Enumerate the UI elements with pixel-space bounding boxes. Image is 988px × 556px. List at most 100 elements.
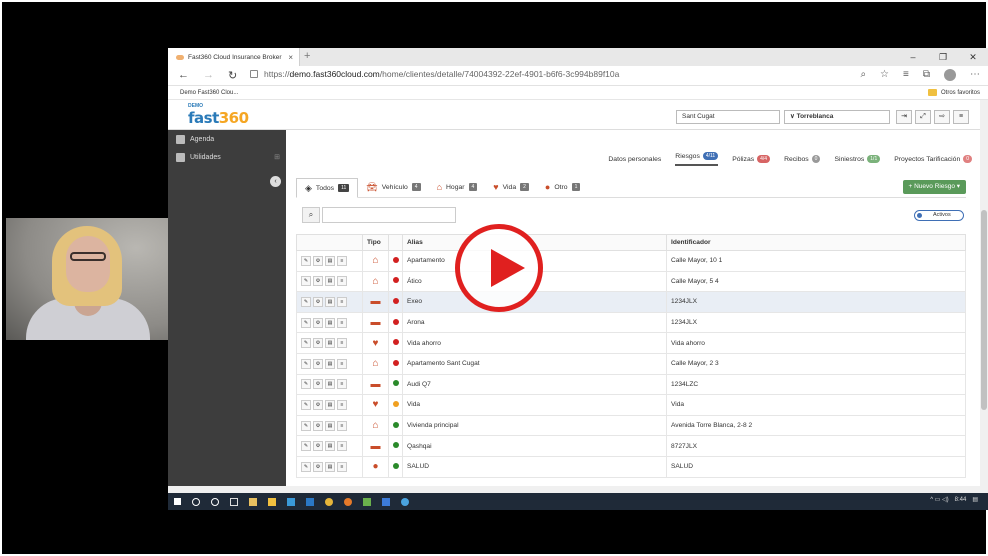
list-icon[interactable]: ≡	[337, 338, 347, 349]
close-window-icon[interactable]: ✕	[958, 48, 988, 66]
table-row[interactable]: ✎ ⚙ ▤ ≡ ▬ Exeo 1234JLX	[296, 291, 966, 313]
list-icon[interactable]: ≡	[337, 461, 347, 472]
cortana-icon[interactable]	[211, 497, 219, 506]
favorite-item[interactable]: Demo Fast360 Clou...	[180, 90, 238, 96]
scroll-thumb[interactable]	[981, 210, 987, 410]
settings-icon[interactable]: ⚙	[313, 441, 323, 452]
search-input[interactable]	[322, 207, 456, 223]
windows-start-icon[interactable]	[174, 498, 181, 505]
tab-riesgos[interactable]: Riesgos 4/11	[675, 152, 719, 166]
table-row[interactable]: ✎ ⚙ ▤ ≡ ● SALUD SALUD	[296, 455, 966, 478]
new-tab-icon[interactable]: +	[304, 50, 310, 62]
list-icon[interactable]: ≡	[337, 399, 347, 410]
edit-icon[interactable]: ✎	[301, 317, 311, 328]
refresh-icon[interactable]: ↻	[228, 69, 237, 82]
tray-icons[interactable]: ^ ▭ ◁)	[930, 496, 948, 503]
edit-icon[interactable]: ✎	[301, 296, 311, 307]
risk-tab-vehiculo[interactable]: 🚘︎ Vehículo 4	[358, 177, 428, 197]
zoom-icon[interactable]: ⌕	[860, 69, 866, 81]
sidebar-item-agenda[interactable]: Agenda	[168, 130, 286, 148]
search-icon[interactable]: ⌕	[302, 207, 320, 223]
collections-icon[interactable]: ⧉	[923, 69, 930, 81]
clock[interactable]: 8:44	[955, 497, 967, 503]
document-icon[interactable]: ▤	[325, 379, 335, 390]
login-icon[interactable]: ⇥	[896, 110, 912, 124]
close-tab-icon[interactable]: ×	[288, 53, 293, 62]
app-icon[interactable]	[382, 497, 390, 506]
document-icon[interactable]: ▤	[325, 420, 335, 431]
tab-siniestros[interactable]: Siniestros 1/1	[834, 152, 881, 166]
profile-avatar[interactable]	[944, 69, 956, 81]
logout-icon[interactable]: ⇨	[934, 110, 950, 124]
office-selector[interactable]: Sant Cugat	[676, 110, 780, 124]
store-icon[interactable]	[268, 497, 276, 506]
settings-icon[interactable]: ⚙	[313, 338, 323, 349]
settings-icon[interactable]: ⚙	[313, 379, 323, 390]
tab-proyectos-tarificacion[interactable]: Proyectos Tarificación 0	[894, 152, 972, 166]
list-icon[interactable]: ≡	[337, 358, 347, 369]
edit-icon[interactable]: ✎	[301, 379, 311, 390]
edit-icon[interactable]: ✎	[301, 399, 311, 410]
other-favorites[interactable]: Otros favoritos	[927, 89, 980, 96]
list-icon[interactable]: ≡	[337, 379, 347, 390]
risk-tab-hogar[interactable]: ⌂ Hogar 4	[429, 177, 486, 197]
app-icon[interactable]	[249, 497, 257, 506]
settings-icon[interactable]: ⚙	[313, 358, 323, 369]
document-icon[interactable]: ▤	[325, 461, 335, 472]
edit-icon[interactable]: ✎	[301, 420, 311, 431]
table-row[interactable]: ✎ ⚙ ▤ ≡ ⌂ Ático Calle Mayor, 5 4	[296, 270, 966, 293]
app-icon[interactable]	[363, 497, 371, 506]
settings-icon[interactable]: ⚙	[313, 296, 323, 307]
settings-icon[interactable]: ⚙	[313, 276, 323, 287]
edit-icon[interactable]: ✎	[301, 461, 311, 472]
list-icon[interactable]: ≡	[337, 441, 347, 452]
list-icon[interactable]: ≡	[337, 420, 347, 431]
table-row[interactable]: ✎ ⚙ ▤ ≡ ▬ Audi Q7 1234LZC	[296, 373, 966, 396]
sidebar-item-utilidades[interactable]: Utilidades ⊞	[168, 148, 286, 166]
risk-tab-todos[interactable]: ◈ Todos 11	[296, 178, 359, 198]
tab-datos-personales[interactable]: Datos personales	[608, 152, 661, 166]
favorite-star-icon[interactable]: ☆	[880, 69, 889, 81]
settings-icon[interactable]: ⚙	[313, 399, 323, 410]
edit-icon[interactable]: ✎	[301, 255, 311, 266]
fast360-logo[interactable]: DEMO fast360	[188, 103, 249, 127]
browser-tab[interactable]: Fast360 Cloud Insurance Broker ×	[168, 48, 300, 66]
forward-icon[interactable]: →	[203, 69, 214, 82]
document-icon[interactable]: ▤	[325, 441, 335, 452]
document-icon[interactable]: ▤	[325, 317, 335, 328]
mail-icon[interactable]	[306, 497, 314, 506]
chrome-icon[interactable]	[325, 497, 333, 506]
edit-icon[interactable]: ✎	[301, 358, 311, 369]
active-toggle[interactable]: Activos	[914, 210, 964, 221]
vertical-scrollbar[interactable]	[980, 100, 988, 494]
table-row[interactable]: ✎ ⚙ ▤ ≡ ▬ Arona 1234JLX	[296, 311, 966, 334]
table-row[interactable]: ✎ ⚙ ▤ ≡ ♥ Vida ahorro Vida ahorro	[296, 332, 966, 354]
table-row[interactable]: ✎ ⚙ ▤ ≡ ⌂ Apartamento Calle Mayor, 10 1	[296, 250, 966, 272]
app-icon[interactable]	[401, 497, 409, 506]
settings-icon[interactable]: ⚙	[313, 420, 323, 431]
document-icon[interactable]: ▤	[325, 276, 335, 287]
risk-tab-vida[interactable]: ♥ Vida 2	[485, 177, 537, 197]
list-icon[interactable]: ≡	[337, 317, 347, 328]
expand-icon[interactable]: ⊞	[274, 153, 280, 161]
more-menu-icon[interactable]: ⋯	[970, 69, 980, 81]
tab-polizas[interactable]: Pólizas 4/4	[732, 152, 771, 166]
list-icon[interactable]: ≡	[337, 276, 347, 287]
client-selector[interactable]: ∨ Torreblanca	[784, 110, 890, 124]
collapse-sidebar-icon[interactable]: ‹	[270, 176, 281, 187]
table-row[interactable]: ✎ ⚙ ▤ ≡ ▬ Qashqai 8727JLX	[296, 435, 966, 457]
edit-icon[interactable]: ✎	[301, 441, 311, 452]
document-icon[interactable]: ▤	[325, 399, 335, 410]
list-icon[interactable]: ≡	[337, 296, 347, 307]
table-row[interactable]: ✎ ⚙ ▤ ≡ ♥ Vida Vida	[296, 394, 966, 416]
maximize-icon[interactable]: ❐	[928, 48, 958, 66]
fullscreen-icon[interactable]: ⤢	[915, 110, 931, 124]
hamburger-menu-icon[interactable]: ≡	[953, 110, 969, 124]
document-icon[interactable]: ▤	[325, 338, 335, 349]
url-field[interactable]: https://demo.fast360cloud.com/home/clien…	[250, 69, 619, 79]
edit-icon[interactable]: ✎	[301, 338, 311, 349]
task-view-icon[interactable]	[230, 497, 238, 506]
edit-icon[interactable]: ✎	[301, 276, 311, 287]
edge-icon[interactable]	[287, 497, 295, 506]
settings-icon[interactable]: ⚙	[313, 317, 323, 328]
